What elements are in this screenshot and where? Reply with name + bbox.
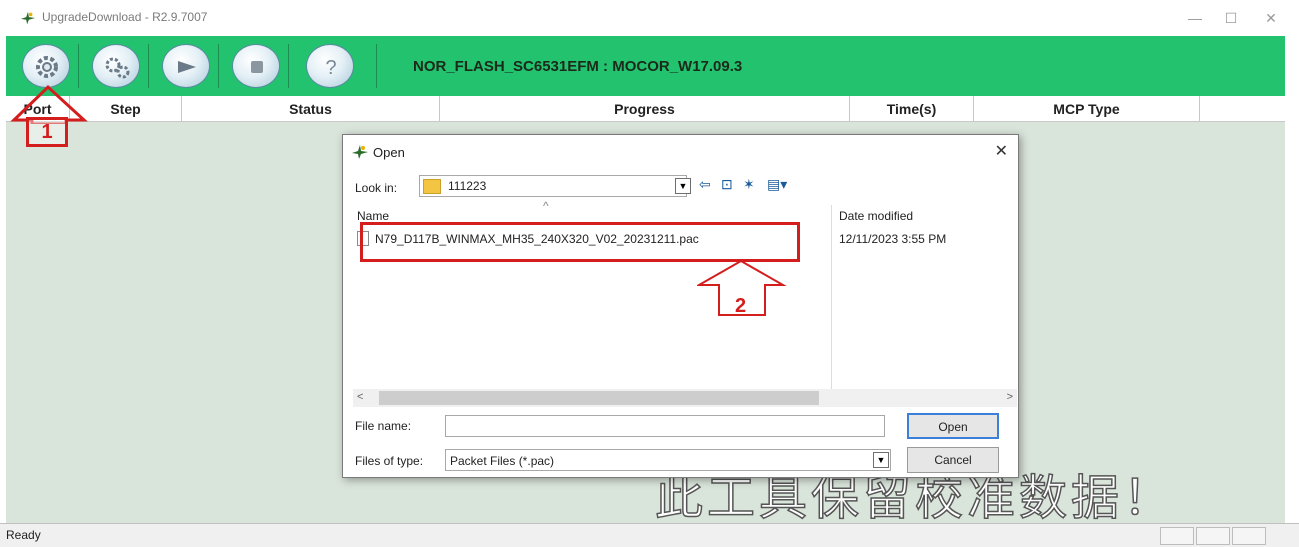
column-header-status[interactable]: Status: [182, 96, 440, 122]
dialog-title: Open: [373, 145, 405, 160]
look-in-value: 111223: [448, 179, 487, 193]
close-button[interactable]: ✕: [1256, 6, 1286, 30]
horizontal-scrollbar[interactable]: < >: [353, 389, 1017, 407]
play-icon: [178, 61, 196, 73]
open-file-dialog: Open ✕ Look in: 111223 ▼ ⇦ ⊡ ✶ ▤▾ ^ Name…: [342, 134, 1019, 478]
open-button[interactable]: Open: [907, 413, 999, 439]
toolbar-separator: [376, 44, 377, 88]
gears-icon: [105, 57, 130, 79]
status-bar: Ready: [0, 523, 1299, 547]
file-type-value: Packet Files (*.pac): [450, 454, 555, 468]
back-arrow-icon[interactable]: ⇦: [699, 176, 711, 193]
app-logo-icon: [352, 145, 368, 159]
column-divider: [831, 205, 832, 389]
column-header-time[interactable]: Time(s): [850, 96, 974, 122]
column-header-mcp-type[interactable]: MCP Type: [974, 96, 1200, 122]
load-packet-button[interactable]: [22, 44, 70, 88]
firmware-label: NOR_FLASH_SC6531EFM : MOCOR_W17.09.3: [413, 58, 743, 75]
window-title: UpgradeDownload - R2.9.7007: [42, 10, 208, 24]
file-type-label: Files of type:: [355, 454, 424, 468]
stop-icon: [251, 61, 263, 73]
look-in-label: Look in:: [355, 181, 398, 195]
title-bar: UpgradeDownload - R2.9.7007 — ☐ ✕: [0, 0, 1299, 36]
annotation-step-2: 2: [735, 295, 747, 317]
status-pane: [1196, 527, 1230, 545]
status-text: Ready: [6, 528, 41, 542]
view-menu-icon[interactable]: ▤▾: [767, 176, 787, 193]
annotation-highlight-box: [360, 222, 800, 262]
cancel-button[interactable]: Cancel: [907, 447, 999, 473]
column-header-date-modified[interactable]: Date modified: [839, 209, 913, 223]
toolbar-separator: [148, 44, 149, 88]
status-pane: [1232, 527, 1266, 545]
annotation-step-1: 1: [26, 117, 68, 147]
scroll-right-arrow[interactable]: >: [1007, 391, 1013, 403]
file-type-dropdown-arrow[interactable]: ▼: [873, 452, 889, 468]
status-pane: [1160, 527, 1194, 545]
app-logo-icon: [20, 11, 36, 25]
sort-caret-icon: ^: [543, 199, 549, 213]
minimize-button[interactable]: —: [1180, 6, 1210, 30]
scroll-thumb[interactable]: [379, 391, 819, 405]
help-icon: ?: [325, 57, 336, 79]
gear-icon: [36, 56, 58, 78]
look-in-dropdown[interactable]: 111223: [419, 175, 687, 197]
start-download-button[interactable]: [162, 44, 210, 88]
table-header: Port Step Status Progress Time(s) MCP Ty…: [6, 96, 1285, 122]
toolbar-separator: [288, 44, 289, 88]
file-name-label: File name:: [355, 419, 412, 433]
new-folder-icon[interactable]: ✶: [743, 176, 755, 193]
help-glyph: ?: [325, 57, 336, 79]
column-header-progress[interactable]: Progress: [440, 96, 850, 122]
toolbar-separator: [218, 44, 219, 88]
folder-icon: [423, 179, 441, 194]
help-button[interactable]: ?: [306, 44, 354, 88]
toolbar: ? NOR_FLASH_SC6531EFM : MOCOR_W17.09.3: [6, 36, 1285, 96]
stop-download-button[interactable]: [232, 44, 280, 88]
file-type-dropdown[interactable]: Packet Files (*.pac): [445, 449, 891, 471]
up-folder-icon[interactable]: ⊡: [721, 176, 733, 193]
settings-button[interactable]: [92, 44, 140, 88]
scroll-left-arrow[interactable]: <: [357, 391, 363, 403]
file-date-modified: 12/11/2023 3:55 PM: [839, 232, 947, 246]
dialog-close-button[interactable]: ✕: [995, 141, 1008, 161]
file-name-input[interactable]: [445, 415, 885, 437]
look-in-dropdown-arrow[interactable]: ▼: [675, 178, 691, 194]
maximize-button[interactable]: ☐: [1216, 6, 1246, 30]
toolbar-separator: [78, 44, 79, 88]
column-header-name[interactable]: Name: [357, 209, 389, 223]
